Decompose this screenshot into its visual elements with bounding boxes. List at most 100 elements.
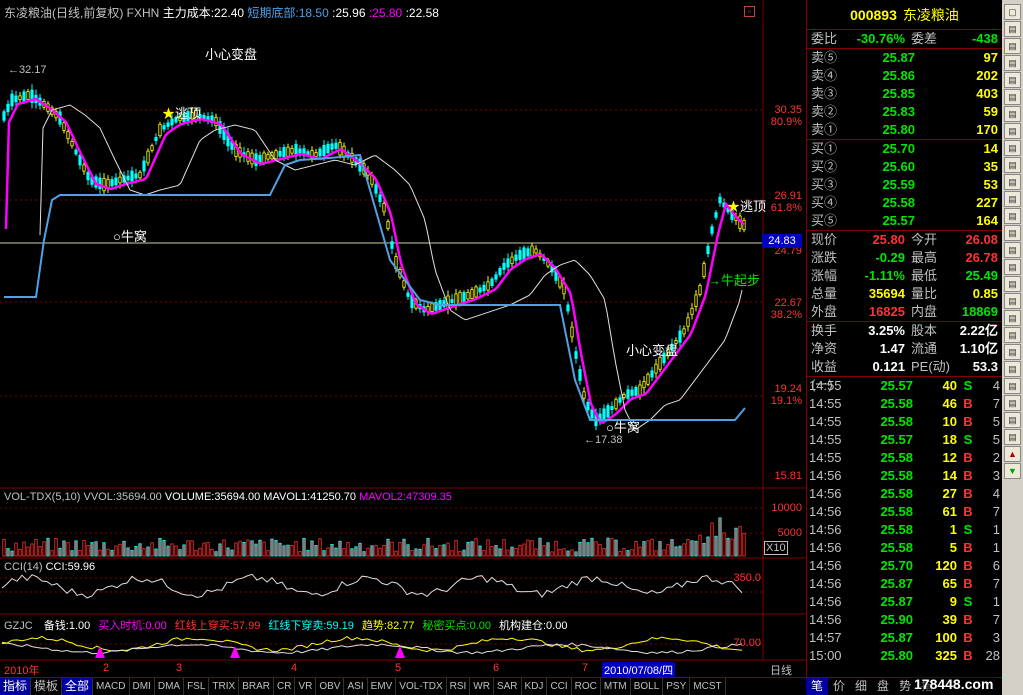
chart-icon[interactable]: ▤ bbox=[1004, 361, 1021, 377]
quote-tab[interactable]: 价 bbox=[828, 678, 850, 695]
indicator-tab-fsl[interactable]: FSL bbox=[184, 678, 210, 695]
stat-row[interactable]: 现价 25.80 今开 26.08 bbox=[807, 231, 1002, 249]
window-icon[interactable]: ▢ bbox=[1004, 4, 1021, 20]
chart-icon[interactable]: ▤ bbox=[1004, 72, 1021, 88]
arrow-down-icon[interactable]: ▼ bbox=[1004, 463, 1021, 479]
indicator-tab-dmi[interactable]: DMI bbox=[130, 678, 155, 695]
tick-row[interactable]: 14:55 25.58 46 B 7 bbox=[807, 395, 1002, 413]
chart-icon[interactable]: ▤ bbox=[1004, 412, 1021, 428]
quote-tab[interactable]: 细 bbox=[850, 678, 872, 695]
sell-level-3[interactable]: 卖③ 25.85 403 bbox=[807, 85, 1002, 103]
close-chart-icon[interactable]: ▫ bbox=[744, 6, 755, 17]
buy-level-1[interactable]: 买① 25.70 14 bbox=[807, 140, 1002, 158]
chart-icon[interactable]: ▤ bbox=[1004, 38, 1021, 54]
indicator-tab-obv[interactable]: OBV bbox=[316, 678, 345, 695]
tick-row[interactable]: 14:56 25.87 65 B 7 bbox=[807, 575, 1002, 593]
volume-bar bbox=[350, 548, 354, 557]
tick-row[interactable]: 14:56 25.70 120 B 6 bbox=[807, 557, 1002, 575]
indicator-tab-kdj[interactable]: KDJ bbox=[522, 678, 548, 695]
indicator-tab-vr[interactable]: VR bbox=[295, 678, 317, 695]
tick-row[interactable]: 14:55 25.57 18 S 5 bbox=[807, 431, 1002, 449]
chart-icon[interactable]: ▤ bbox=[1004, 429, 1021, 445]
tick-row[interactable]: 14:56 25.58 1 S 1 bbox=[807, 521, 1002, 539]
tick-row[interactable]: 14:55 25.58 10 B 5 bbox=[807, 413, 1002, 431]
indicator-tab-mcst[interactable]: MCST bbox=[690, 678, 726, 695]
stat-row[interactable]: 外盘 16825 内盘 18869 bbox=[807, 303, 1002, 321]
stat2-row[interactable]: 收益(一) 0.121 PE(动) 53.3 bbox=[807, 358, 1002, 392]
chart-icon[interactable]: ▤ bbox=[1004, 123, 1021, 139]
chart-area[interactable]: 东凌粮油(日线,前复权) FXHN 主力成本:22.40 短期底部:18.50 … bbox=[0, 0, 806, 678]
quote-tab[interactable]: 盘 bbox=[872, 678, 894, 695]
chart-icon[interactable]: ▤ bbox=[1004, 55, 1021, 71]
indicator-tab-mtm[interactable]: MTM bbox=[601, 678, 631, 695]
buy-level-3[interactable]: 买③ 25.59 53 bbox=[807, 176, 1002, 194]
chart-icon[interactable]: ▤ bbox=[1004, 395, 1021, 411]
indicator-tab-psy[interactable]: PSY bbox=[663, 678, 691, 695]
chart-icon[interactable]: ▤ bbox=[1004, 89, 1021, 105]
stat2-row[interactable]: 换手 3.25% 股本 2.22亿 bbox=[807, 322, 1002, 340]
indicator-tab-指标[interactable]: 指标 bbox=[0, 678, 32, 695]
tick-row[interactable]: 14:56 25.90 39 B 7 bbox=[807, 611, 1002, 629]
candle-body bbox=[378, 194, 382, 203]
sell-level-1[interactable]: 卖① 25.80 170 bbox=[807, 121, 1002, 139]
buy-level-4[interactable]: 买④ 25.58 227 bbox=[807, 194, 1002, 212]
quote-tab[interactable]: 笔 bbox=[806, 678, 829, 695]
tick-row[interactable]: 14:55 25.58 12 B 2 bbox=[807, 449, 1002, 467]
period-label[interactable]: 日线 bbox=[770, 662, 792, 678]
indicator-tab-wr[interactable]: WR bbox=[470, 678, 494, 695]
chart-icon[interactable]: ▤ bbox=[1004, 259, 1021, 275]
arrow-up-icon[interactable]: ▲ bbox=[1004, 446, 1021, 462]
chart-icon[interactable]: ▤ bbox=[1004, 310, 1021, 326]
indicator-tab-cr[interactable]: CR bbox=[274, 678, 296, 695]
indicator-tab-sar[interactable]: SAR bbox=[494, 678, 522, 695]
chart-icon[interactable]: ▤ bbox=[1004, 293, 1021, 309]
chart-icon[interactable]: ▤ bbox=[1004, 21, 1021, 37]
sell-level-2[interactable]: 卖② 25.83 59 bbox=[807, 103, 1002, 121]
chart-icon[interactable]: ▤ bbox=[1004, 174, 1021, 190]
chart-icon[interactable]: ▤ bbox=[1004, 106, 1021, 122]
volume-bar bbox=[642, 541, 646, 557]
chart-icon[interactable]: ▤ bbox=[1004, 344, 1021, 360]
stat-row[interactable]: 总量 35694 量比 0.85 bbox=[807, 285, 1002, 303]
stat-row[interactable]: 涨幅 -1.11% 最低 25.49 bbox=[807, 267, 1002, 285]
indicator-tab-roc[interactable]: ROC bbox=[572, 678, 601, 695]
tick-row[interactable]: 14:56 25.58 61 B 7 bbox=[807, 503, 1002, 521]
chart-icon[interactable]: ▤ bbox=[1004, 276, 1021, 292]
indicator-tab-brar[interactable]: BRAR bbox=[239, 678, 274, 695]
stat-row[interactable]: 涨跌 -0.29 最高 26.78 bbox=[807, 249, 1002, 267]
chart-icon[interactable]: ▤ bbox=[1004, 225, 1021, 241]
chart-icon[interactable]: ▤ bbox=[1004, 242, 1021, 258]
chart-icon[interactable]: ▤ bbox=[1004, 140, 1021, 156]
indicator-tab-emv[interactable]: EMV bbox=[368, 678, 397, 695]
candle-body bbox=[686, 317, 690, 327]
sell-level-4[interactable]: 卖④ 25.86 202 bbox=[807, 67, 1002, 85]
chart-icon[interactable]: ▤ bbox=[1004, 327, 1021, 343]
indicator-tab-cci[interactable]: CCI bbox=[547, 678, 572, 695]
indicator-tab-asi[interactable]: ASI bbox=[344, 678, 368, 695]
chart-icon[interactable]: ▤ bbox=[1004, 157, 1021, 173]
tick-row[interactable]: 14:56 25.58 5 B 1 bbox=[807, 539, 1002, 557]
chart-icon[interactable]: ▤ bbox=[1004, 191, 1021, 207]
indicator-tab-全部[interactable]: 全部 bbox=[62, 678, 94, 695]
tick-row[interactable]: 14:56 25.58 14 B 3 bbox=[807, 467, 1002, 485]
chart-icon[interactable]: ▤ bbox=[1004, 208, 1021, 224]
buy-level-2[interactable]: 买② 25.60 35 bbox=[807, 158, 1002, 176]
tick-row[interactable]: 15:00 25.80 325 B 28 bbox=[807, 647, 1002, 665]
indicator-tab-trix[interactable]: TRIX bbox=[209, 678, 240, 695]
indicator-tab-dma[interactable]: DMA bbox=[155, 678, 185, 695]
sell-level-5[interactable]: 卖⑤ 25.87 97 bbox=[807, 49, 1002, 67]
stat2-row[interactable]: 净资 1.47 流通 1.10亿 bbox=[807, 340, 1002, 358]
indicator-tab-rsi[interactable]: RSI bbox=[447, 678, 471, 695]
indicator-tab-vol-tdx[interactable]: VOL-TDX bbox=[396, 678, 447, 695]
kline-chart[interactable] bbox=[0, 0, 806, 677]
tick-list[interactable]: 14:55 25.57 40 S 4 14:55 25.58 46 B 7 14:55 25.58 10… bbox=[807, 377, 1002, 665]
indicator-tab-boll[interactable]: BOLL bbox=[631, 678, 664, 695]
indicator-tab-模板[interactable]: 模板 bbox=[31, 678, 63, 695]
chart-icon[interactable]: ▤ bbox=[1004, 378, 1021, 394]
tick-row[interactable]: 14:56 25.58 27 B 4 bbox=[807, 485, 1002, 503]
tick-row[interactable]: 14:57 25.87 100 B 3 bbox=[807, 629, 1002, 647]
tick-row[interactable]: 14:56 25.87 9 S 1 bbox=[807, 593, 1002, 611]
tick-row[interactable]: 14:55 25.57 40 S 4 bbox=[807, 377, 1002, 395]
buy-level-5[interactable]: 买⑤ 25.57 164 bbox=[807, 212, 1002, 230]
indicator-tab-macd[interactable]: MACD bbox=[93, 678, 130, 695]
